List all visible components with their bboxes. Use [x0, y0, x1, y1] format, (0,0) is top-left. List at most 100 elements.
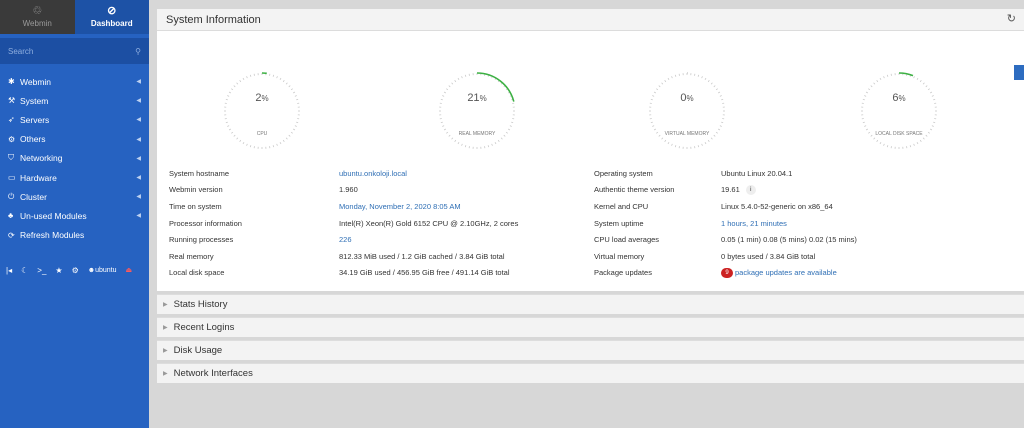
info-key: Kernel and CPU	[594, 201, 649, 211]
gauge-tick	[272, 74, 275, 77]
gauge-label: LOCAL DISK SPACE	[875, 131, 923, 137]
gauge-tick	[497, 139, 500, 142]
section-stats-history[interactable]: ▶ Stats History	[157, 294, 1024, 314]
gauge-tick	[715, 88, 718, 91]
info-value-time[interactable]: Monday, November 2, 2020 8:05 AM	[339, 202, 461, 211]
section-title: Disk Usage	[173, 345, 223, 356]
gauge-value-text: 6%	[854, 92, 944, 104]
gauge-tick	[710, 137, 713, 140]
sidebar-item-system[interactable]: ⚒ System ◀	[0, 91, 149, 110]
gauge-value-text: 21%	[432, 92, 522, 104]
star-icon[interactable]: ★	[55, 266, 62, 275]
gauge-tick	[873, 137, 876, 140]
package-updates-link[interactable]: package updates are available	[735, 268, 837, 277]
gauge-tick	[288, 85, 291, 88]
gauge-tick	[919, 80, 922, 83]
chevron-left-icon: ◀	[136, 194, 141, 201]
info-row: Real memory 812.33 MiB used / 1.2 GiB cac…	[169, 248, 518, 265]
gauge-unit: %	[479, 94, 487, 103]
gauge-tick	[704, 141, 707, 145]
gauge-tick	[710, 82, 713, 85]
gauge-tick	[446, 88, 449, 91]
gauge-tick	[282, 80, 285, 83]
info-value-processes[interactable]: 226	[339, 235, 352, 244]
tools-icon: ⚙	[8, 134, 16, 144]
search-icon: ⚲	[135, 46, 141, 56]
gauge-cpu: 2% CPU	[217, 66, 307, 156]
sidebar-item-cluster[interactable]: ⏻ Cluster ◀	[0, 187, 149, 206]
gauge-dial	[439, 72, 515, 149]
gauge-tick	[916, 77, 919, 81]
gauge-active-arc	[898, 72, 914, 77]
sidebar-item-hardware[interactable]: ▭ Hardware ◀	[0, 168, 149, 187]
user-button[interactable]: ☻ubuntu	[88, 267, 117, 274]
terminal-icon[interactable]: >_	[37, 266, 46, 275]
sidebar-item-servers[interactable]: ➶ Servers ◀	[0, 110, 149, 129]
gauge-tick	[461, 76, 463, 79]
gauge-tick	[457, 77, 460, 81]
gauge-tick	[707, 139, 710, 142]
night-mode-icon[interactable]: ☾	[21, 266, 28, 275]
sidebar: ♲ Webmin ⊘ Dashboard Search ⚲ ✱ Webmin ◀ ⚒…	[0, 0, 149, 428]
info-value-uptime[interactable]: 1 hours, 21 minutes	[721, 219, 787, 228]
notification-tab-icon[interactable]	[1014, 65, 1024, 80]
gauge-tick	[487, 145, 490, 148]
sidebar-item-networking[interactable]: ⛉ Networking ◀	[0, 149, 149, 168]
info-value: 19.61	[721, 185, 740, 195]
info-icon[interactable]: i	[745, 184, 756, 195]
info-key: Running processes	[169, 235, 234, 245]
gauge-tick	[879, 77, 882, 81]
gauge-tick	[661, 82, 664, 85]
settings-icon[interactable]: ⚙	[72, 266, 79, 275]
sidebar-item-others[interactable]: ⚙ Others ◀	[0, 130, 149, 149]
reload-icon[interactable]: ↻	[1007, 12, 1016, 25]
gauge-tick	[272, 145, 275, 148]
gauge-tick	[494, 141, 497, 145]
collapse-icon[interactable]: |◂	[6, 266, 12, 275]
info-row: System hostname ubuntu.onkoloji.local	[169, 165, 518, 182]
gauge-tick	[671, 76, 673, 79]
info-value: Intel(R) Xeon(R) Gold 6152 CPU @ 2.10GHz…	[339, 218, 519, 228]
gauge-tick	[674, 145, 677, 148]
info-key: Local disk space	[169, 268, 225, 278]
gauge-tick	[290, 88, 293, 91]
gauge-tick	[661, 137, 664, 140]
gauge-unit: %	[898, 94, 906, 103]
gauge-dial	[649, 72, 725, 149]
gauge-tick	[925, 85, 928, 88]
gauge-tick	[650, 121, 653, 124]
gauge-tick	[491, 143, 493, 146]
updates-count-badge: 9	[721, 267, 733, 278]
tab-dashboard[interactable]: ⊘ Dashboard	[74, 0, 149, 34]
section-disk-usage[interactable]: ▶ Disk Usage	[157, 340, 1024, 360]
info-value-hostname[interactable]: ubuntu.onkoloji.local	[339, 169, 407, 178]
gauge-tick	[294, 125, 297, 127]
section-recent-logins[interactable]: ▶ Recent Logins	[157, 317, 1024, 337]
shield-icon: ⛉	[8, 153, 14, 163]
section-network-interfaces[interactable]: ▶ Network Interfaces	[157, 363, 1024, 383]
sidebar-item-unused-modules[interactable]: ♣ Un-used Modules ◀	[0, 206, 149, 225]
gauge-unit: %	[686, 94, 694, 103]
gauge-tick	[909, 145, 912, 148]
sidebar-item-webmin[interactable]: ✱ Webmin ◀	[0, 72, 149, 91]
logout-icon[interactable]: ⏏	[126, 266, 133, 274]
search-input[interactable]: Search ⚲	[0, 38, 149, 64]
sidebar-item-refresh-modules[interactable]: ⟳ Refresh Modules	[0, 226, 149, 245]
gauge-tick	[886, 74, 889, 77]
gauge-tick	[451, 82, 454, 85]
gauge-tick	[919, 139, 922, 142]
caret-right-icon: ▶	[163, 325, 168, 331]
info-row: Processor information Intel(R) Xeon(R) Go…	[169, 215, 518, 232]
wrench-icon: ⚒	[8, 96, 16, 106]
info-key: Time on system	[169, 201, 222, 211]
info-key: Operating system	[594, 168, 653, 178]
info-key: Processor information	[169, 218, 242, 228]
gauge-tick	[652, 125, 655, 127]
gauge-tick	[719, 125, 722, 127]
tab-webmin[interactable]: ♲ Webmin	[0, 0, 75, 34]
gauge-tick	[913, 143, 915, 146]
info-value: 34.19 GiB used / 456.95 GiB free / 491.1…	[339, 268, 510, 278]
gauge-tick	[927, 88, 930, 91]
system-info-right: Operating system Ubuntu Linux 20.04.1 Aut…	[594, 165, 857, 281]
gauge-tick	[653, 128, 657, 131]
